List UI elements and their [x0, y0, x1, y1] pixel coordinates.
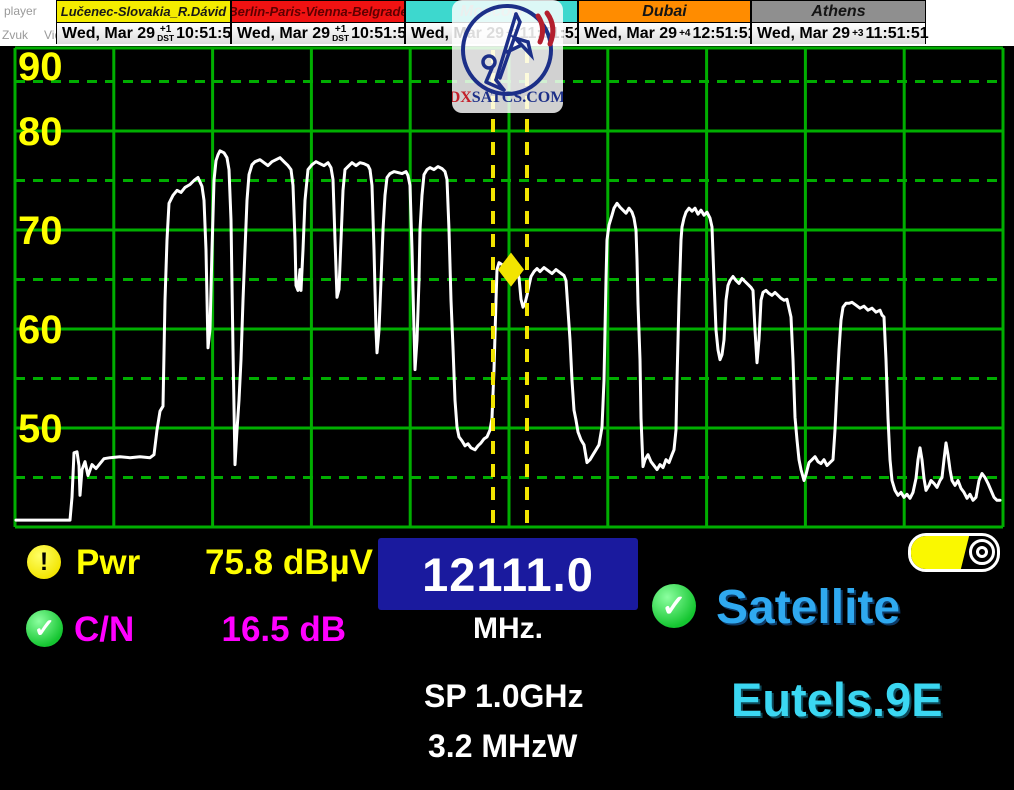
y-tick-90: 90	[18, 45, 63, 89]
grid	[15, 48, 1003, 527]
frequency-display[interactable]: 12111.0	[378, 538, 638, 610]
spectrum-analyzer-screen: player Zvuk Vid Lučenec-Slovakia_R.Dávid…	[0, 0, 1014, 790]
y-axis-labels: 90 80 70 60 50	[18, 45, 63, 451]
logo-text-rest: SATCS.COM	[472, 89, 563, 106]
bandwidth-value: 3.2 MHzW	[428, 728, 577, 765]
y-tick-80: 80	[18, 110, 63, 154]
battery-icon	[908, 533, 1000, 572]
cn-ok-check-icon: ✓	[26, 610, 63, 647]
y-tick-50: 50	[18, 407, 63, 451]
cn-value: 16.5 dB	[150, 610, 346, 650]
logo-text-dx: DX	[452, 89, 472, 106]
warning-icon: !	[27, 545, 61, 579]
power-label: Pwr	[76, 543, 140, 583]
y-tick-70: 70	[18, 209, 63, 253]
satellite-label: Satellite	[716, 580, 900, 635]
dxsatcs-logo: DXSATCS.COM	[452, 0, 563, 113]
frequency-value: 12111.0	[422, 547, 594, 602]
power-value: 75.8 dBµV	[150, 543, 373, 583]
satellite-name: Eutels.9E	[731, 672, 943, 727]
cn-label: C/N	[74, 610, 134, 650]
svg-text:DXSATCS.COM: DXSATCS.COM	[452, 89, 563, 106]
frequency-unit-label: MHz.	[378, 612, 638, 646]
y-tick-60: 60	[18, 308, 63, 352]
satellite-ok-check-icon: ✓	[652, 584, 696, 628]
span-value: SP 1.0GHz	[424, 678, 583, 715]
